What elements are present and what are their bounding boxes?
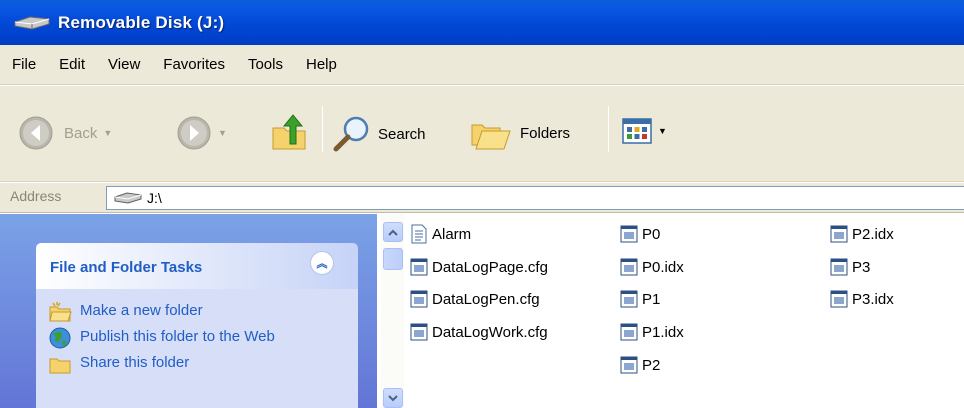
- menu-favorites[interactable]: Favorites: [163, 56, 225, 73]
- menu-file[interactable]: File: [12, 56, 36, 73]
- title-bar[interactable]: Removable Disk (J:): [0, 0, 964, 45]
- chevron-down-icon: [388, 394, 398, 401]
- file-item[interactable]: P2.idx: [830, 222, 894, 246]
- file-name: P2.idx: [852, 225, 894, 243]
- back-button[interactable]: Back ▼: [18, 115, 112, 151]
- task-make-new-folder[interactable]: Make a new folder: [36, 301, 358, 323]
- folders-label: Folders: [520, 124, 571, 142]
- file-icon: [620, 323, 638, 341]
- menu-edit[interactable]: Edit: [59, 56, 85, 73]
- file-name: P1: [642, 290, 661, 308]
- config-file-icon: [410, 290, 428, 308]
- file-name: P2: [642, 356, 661, 374]
- removable-disk-icon: [14, 15, 50, 30]
- back-label: Back: [64, 124, 98, 142]
- file-icon: [830, 225, 848, 243]
- file-list-view[interactable]: Alarm DataLogPage.cfg DataLogPen.cfg Dat…: [404, 214, 964, 408]
- file-item[interactable]: Alarm: [410, 222, 471, 246]
- up-folder-icon: [272, 114, 306, 150]
- file-name: P0: [642, 225, 661, 243]
- file-item[interactable]: P1.idx: [620, 320, 684, 344]
- task-panel-title: File and Folder Tasks: [50, 259, 203, 276]
- new-folder-icon: [49, 302, 72, 322]
- folders-button[interactable]: Folders: [470, 115, 570, 151]
- config-file-icon: [410, 258, 428, 276]
- file-name: P1.idx: [642, 323, 684, 341]
- back-dropdown-icon[interactable]: ▼: [103, 128, 112, 138]
- address-value: J:\: [147, 190, 162, 206]
- file-item[interactable]: P0: [620, 222, 660, 246]
- file-name: Alarm: [432, 225, 472, 243]
- text-file-icon: [411, 224, 427, 244]
- standard-toolbar: Back ▼ ▼ Search Folders ▼: [0, 86, 964, 182]
- folders-icon: [471, 124, 511, 150]
- file-item[interactable]: DataLogPen.cfg: [410, 287, 540, 311]
- task-label: Share this folder: [80, 354, 190, 371]
- address-bar: Address J:\: [0, 183, 964, 213]
- collapse-chevron-icon[interactable]: ︽: [310, 251, 334, 275]
- file-icon: [620, 290, 638, 308]
- back-arrow-icon: [19, 116, 53, 150]
- file-icon: [830, 258, 848, 276]
- search-magnifier-icon: [333, 116, 369, 152]
- file-item[interactable]: P3: [830, 255, 870, 279]
- task-panel-header[interactable]: File and Folder Tasks ︽: [36, 243, 358, 289]
- file-icon: [830, 290, 848, 308]
- file-name: P3: [852, 258, 871, 276]
- file-icon: [620, 356, 638, 374]
- menu-view[interactable]: View: [108, 56, 140, 73]
- file-name: DataLogPage.cfg: [432, 258, 548, 276]
- menu-tools[interactable]: Tools: [248, 56, 283, 73]
- file-name: P3.idx: [852, 290, 894, 308]
- views-dropdown-icon[interactable]: ▼: [658, 126, 667, 136]
- file-item[interactable]: P2: [620, 353, 660, 377]
- config-file-icon: [410, 323, 428, 341]
- publish-web-icon: [49, 327, 71, 349]
- file-name: DataLogPen.cfg: [432, 290, 540, 308]
- task-pane: File and Folder Tasks ︽ Make a new folde…: [0, 214, 377, 408]
- file-name: DataLogWork.cfg: [432, 323, 548, 341]
- file-name: P0.idx: [642, 258, 684, 276]
- views-icon: [622, 118, 652, 144]
- file-item[interactable]: DataLogPage.cfg: [410, 255, 548, 279]
- file-folder-tasks-panel: File and Folder Tasks ︽ Make a new folde…: [36, 243, 358, 408]
- task-label: Make a new folder: [80, 302, 203, 319]
- file-item[interactable]: DataLogWork.cfg: [410, 320, 548, 344]
- menu-bar: File Edit View Favorites Tools Help: [0, 45, 964, 85]
- scroll-up-button[interactable]: [383, 222, 403, 242]
- forward-button[interactable]: ▼: [176, 115, 227, 151]
- file-icon: [620, 258, 638, 276]
- search-label: Search: [378, 125, 426, 143]
- drive-icon: [114, 192, 142, 204]
- file-icon: [620, 225, 638, 243]
- file-item[interactable]: P3.idx: [830, 287, 894, 311]
- address-label: Address: [10, 188, 62, 204]
- window-title: Removable Disk (J:): [58, 12, 225, 32]
- views-button[interactable]: ▼: [622, 118, 667, 144]
- task-share-folder[interactable]: Share this folder: [36, 353, 358, 375]
- vertical-scrollbar[interactable]: [381, 214, 404, 408]
- scroll-thumb[interactable]: [383, 248, 403, 270]
- forward-arrow-icon: [177, 116, 211, 150]
- up-button[interactable]: [270, 112, 308, 152]
- address-field[interactable]: J:\: [106, 186, 964, 210]
- forward-dropdown-icon[interactable]: ▼: [218, 128, 227, 138]
- task-publish-web[interactable]: Publish this folder to the Web: [36, 327, 358, 349]
- menu-help[interactable]: Help: [306, 56, 337, 73]
- chevron-up-icon: [388, 229, 398, 236]
- scroll-down-button[interactable]: [383, 388, 403, 408]
- share-folder-icon: [49, 358, 71, 374]
- search-button[interactable]: Search: [332, 115, 426, 153]
- task-label: Publish this folder to the Web: [80, 328, 275, 345]
- file-item[interactable]: P0.idx: [620, 255, 684, 279]
- file-item[interactable]: P1: [620, 287, 660, 311]
- task-panel-body: Make a new folder Publish this folder to…: [36, 289, 358, 408]
